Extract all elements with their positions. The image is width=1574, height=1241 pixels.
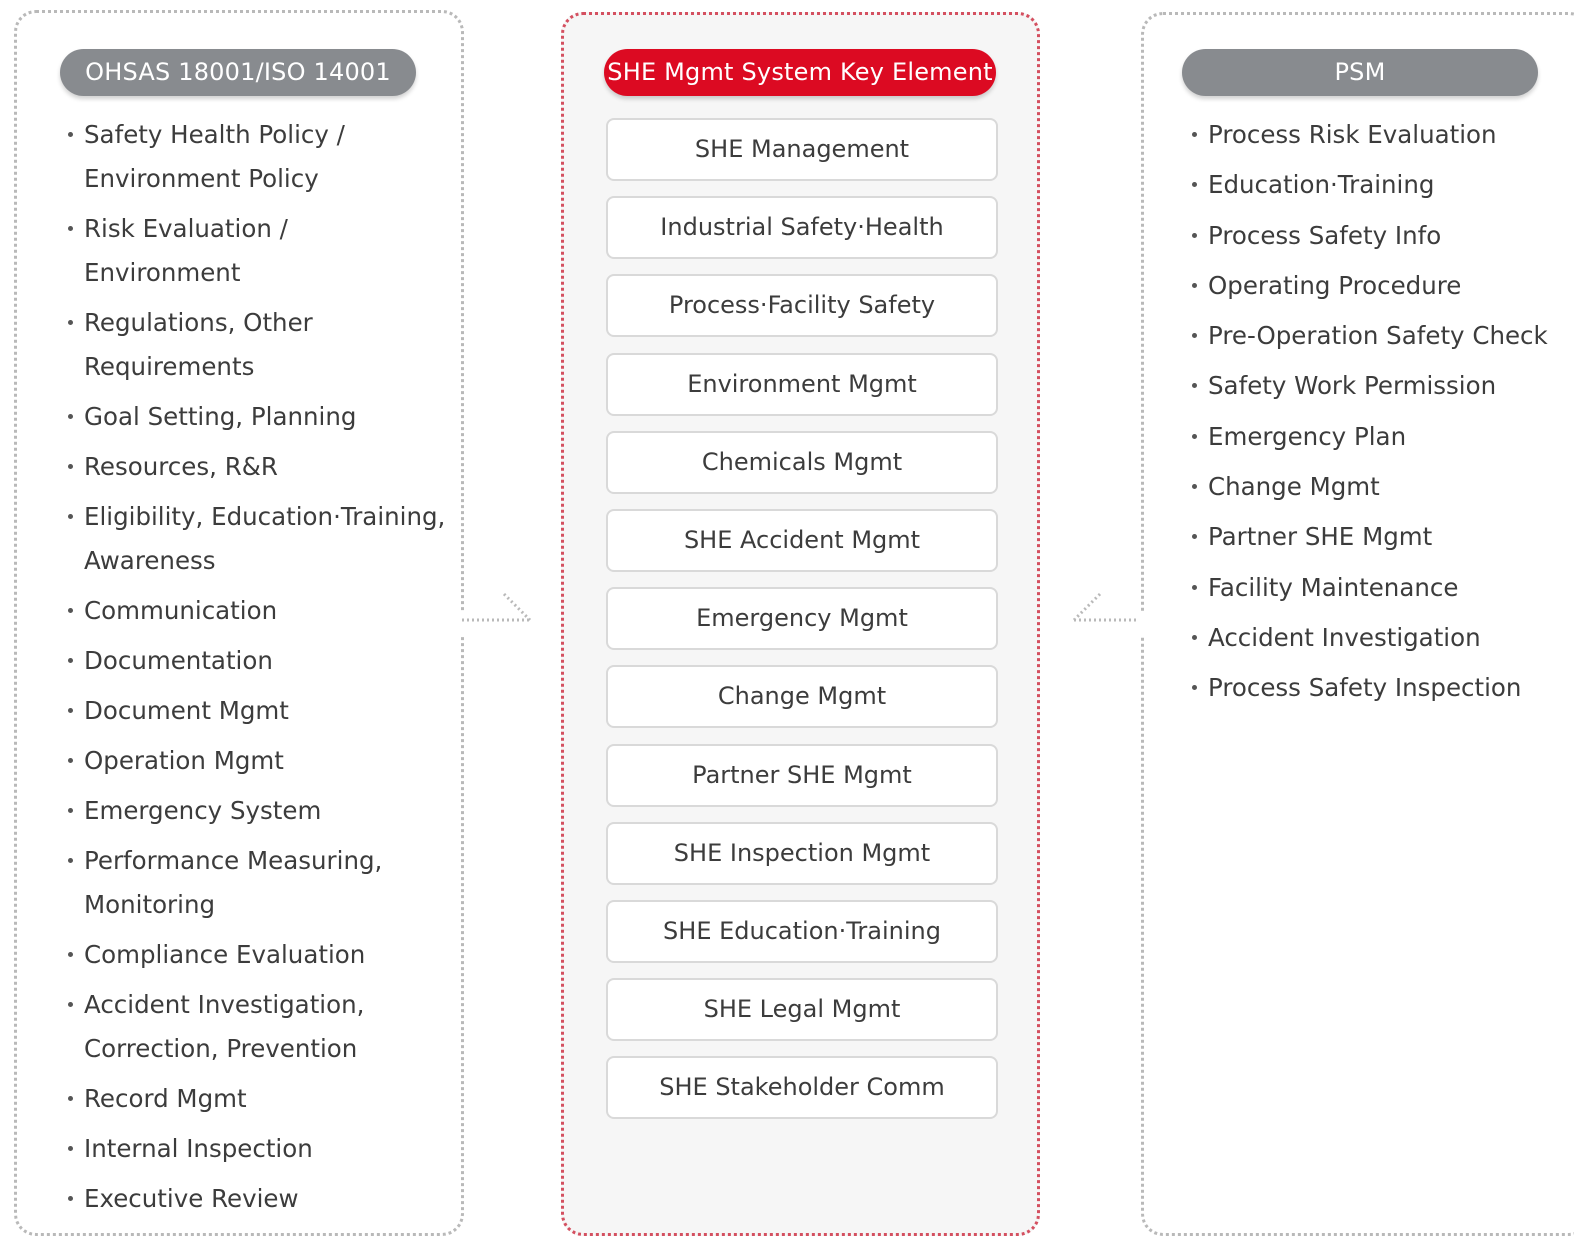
she-element-box: Industrial Safety·Health <box>606 196 998 260</box>
ohsas-list-item-text: Environment <box>84 258 241 287</box>
right-panel-gap <box>1136 612 1150 636</box>
ohsas-list-item: Eligibility, Education·Training, Awarenes… <box>66 495 446 583</box>
she-element-box: SHE Accident Mgmt <box>606 508 998 572</box>
psm-list-item: Emergency Plan <box>1190 415 1570 459</box>
she-title-pill: SHE Mgmt System Key Element <box>604 49 996 96</box>
psm-list-item: Process Risk Evaluation <box>1190 113 1570 157</box>
ohsas-list-item-text: Risk Evaluation / <box>84 214 288 243</box>
psm-item-list: Process Risk Evaluation Education·Trainin… <box>1190 113 1570 717</box>
ohsas-list-item-text: Correction, Prevention <box>84 1034 358 1063</box>
ohsas-list-item: Documentation <box>66 639 446 683</box>
she-element-box: SHE Stakeholder Comm <box>606 1056 998 1120</box>
diagram-stage: OHSAS 18001/ISO 14001 Safety Health Poli… <box>0 0 1574 1241</box>
she-element-box: SHE Management <box>606 118 998 181</box>
ohsas-list-item-text: Goal Setting, Planning <box>84 402 357 431</box>
she-element-box: SHE Legal Mgmt <box>606 978 998 1042</box>
ohsas-list-item: Accident Investigation, Correction, Preve… <box>66 983 446 1071</box>
ohsas-list-item: Record Mgmt <box>66 1077 446 1121</box>
ohsas-list-item-text: Environment Policy <box>84 164 319 193</box>
ohsas-list-item: Goal Setting, Planning <box>66 395 446 439</box>
ohsas-list-item-text: Accident Investigation, <box>84 990 365 1019</box>
ohsas-list-item-text: Communication <box>84 596 278 625</box>
psm-list-item: Facility Maintenance <box>1190 566 1570 610</box>
psm-list-item: Accident Investigation <box>1190 616 1570 660</box>
ohsas-list-item: Resources, R&R <box>66 445 446 489</box>
she-element-box: Change Mgmt <box>606 665 998 729</box>
psm-list-item: Process Safety Inspection <box>1190 666 1570 710</box>
psm-list-item: Education·Training <box>1190 163 1570 207</box>
psm-list-item: Safety Work Permission <box>1190 364 1570 408</box>
ohsas-list-item: Operation Mgmt <box>66 739 446 783</box>
ohsas-list-item-text: Documentation <box>84 646 273 675</box>
ohsas-list-item-text: Safety Health Policy / <box>84 120 345 149</box>
ohsas-list-item-text: Resources, R&R <box>84 452 278 481</box>
ohsas-item-list: Safety Health Policy / Environment Policy… <box>66 113 446 1227</box>
psm-list-item: Pre-Operation Safety Check <box>1190 314 1570 358</box>
ohsas-list-item: Executive Review <box>66 1177 446 1221</box>
ohsas-list-item: Regulations, Other Requirements <box>66 301 446 389</box>
ohsas-list-item-text: Monitoring <box>84 890 216 919</box>
psm-list-item: Operating Procedure <box>1190 264 1570 308</box>
she-element-box: Environment Mgmt <box>606 352 998 416</box>
ohsas-list-item-text: Emergency System <box>84 796 322 825</box>
psm-title-pill: PSM <box>1182 49 1538 96</box>
ohsas-list-item-text: Operation Mgmt <box>84 746 284 775</box>
ohsas-list-item: Compliance Evaluation <box>66 933 446 977</box>
ohsas-list-item-text: Internal Inspection <box>84 1134 313 1163</box>
ohsas-list-item: Emergency System <box>66 789 446 833</box>
she-element-box: Process·Facility Safety <box>606 274 998 338</box>
ohsas-list-item: Document Mgmt <box>66 689 446 733</box>
she-element-box: Chemicals Mgmt <box>606 430 998 494</box>
ohsas-list-item-text: Document Mgmt <box>84 696 289 725</box>
she-element-box: SHE Education·Training <box>606 899 998 963</box>
ohsas-list-item: Internal Inspection <box>66 1127 446 1171</box>
ohsas-list-item-text: Performance Measuring, <box>84 846 383 875</box>
she-element-box: Emergency Mgmt <box>606 587 998 651</box>
ohsas-list-item: Safety Health Policy / Environment Policy <box>66 113 446 201</box>
ohsas-title-pill: OHSAS 18001/ISO 14001 <box>60 49 416 96</box>
ohsas-list-item: Risk Evaluation / Environment <box>66 207 446 295</box>
psm-list-item: Change Mgmt <box>1190 465 1570 509</box>
ohsas-list-item-text: Eligibility, Education·Training, <box>84 502 446 531</box>
ohsas-list-item-text: Awareness <box>84 546 216 575</box>
ohsas-list-item: Communication <box>66 589 446 633</box>
ohsas-list-item-text: Executive Review <box>84 1184 299 1213</box>
she-element-box: SHE Inspection Mgmt <box>606 821 998 885</box>
she-element-box: Partner SHE Mgmt <box>606 743 998 807</box>
psm-list-item: Partner SHE Mgmt <box>1190 515 1570 559</box>
ohsas-list-item-text: Record Mgmt <box>84 1084 247 1113</box>
ohsas-list-item-text: Regulations, Other <box>84 308 313 337</box>
ohsas-list-item-text: Requirements <box>84 352 255 381</box>
ohsas-list-item-text: Compliance Evaluation <box>84 940 366 969</box>
dotted-arrow-right-icon <box>462 592 532 622</box>
she-element-list: SHE Management Industrial Safety·Health Pr… <box>606 118 998 1134</box>
ohsas-list-item: Performance Measuring, Monitoring <box>66 839 446 927</box>
psm-list-item: Process Safety Info <box>1190 214 1570 258</box>
